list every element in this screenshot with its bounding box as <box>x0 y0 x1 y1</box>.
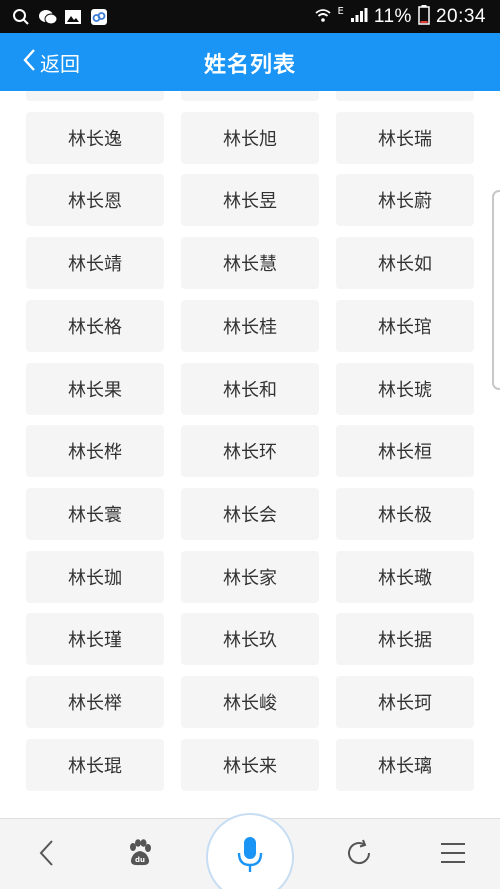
name-item[interactable]: 林长榉 <box>26 676 164 728</box>
name-item[interactable]: 林长昱 <box>181 174 319 227</box>
menu-icon <box>440 841 466 869</box>
refresh-icon <box>344 838 374 872</box>
clock: 20:34 <box>435 6 486 27</box>
name-item[interactable]: 林长旭 <box>181 111 319 164</box>
name-item[interactable] <box>336 91 474 101</box>
bottom-toolbar: du <box>0 813 500 889</box>
wifi-icon <box>314 6 332 29</box>
name-item[interactable]: 林长琯 <box>336 299 474 352</box>
name-item[interactable]: 林长和 <box>181 362 319 415</box>
status-left-icons <box>12 7 108 27</box>
search-icon <box>12 8 30 26</box>
name-item[interactable]: 林长蔚 <box>336 174 474 227</box>
baidu-button[interactable]: du <box>118 833 162 877</box>
name-item[interactable]: 林长家 <box>181 550 319 603</box>
refresh-button[interactable] <box>337 833 381 877</box>
voice-search-button[interactable] <box>206 813 294 889</box>
name-item[interactable]: 林长桂 <box>181 299 319 352</box>
name-item[interactable]: 林长桓 <box>336 425 474 478</box>
signal-icon <box>350 7 368 28</box>
app-icon <box>90 8 108 26</box>
app-header: 返回 姓名列表 <box>0 33 500 91</box>
name-item[interactable]: 林长据 <box>336 613 474 666</box>
page-title: 姓名列表 <box>203 53 296 78</box>
name-item[interactable]: 林长靖 <box>26 237 164 290</box>
microphone-icon <box>235 835 265 879</box>
name-item[interactable]: 林长逸 <box>26 111 164 164</box>
svg-text:du: du <box>135 856 145 864</box>
name-item[interactable]: 林长格 <box>26 299 164 352</box>
name-item[interactable]: 林长珈 <box>26 550 164 603</box>
name-list[interactable]: 林长逸 林长旭 林长瑞 林长恩 林长昱 林长蔚 林长靖 林长慧 林长如 林长格 林长桂 林长琯 林长果林… <box>0 91 500 818</box>
name-item[interactable]: 林长极 <box>336 487 474 540</box>
battery-percent: 11% <box>373 6 412 27</box>
name-item[interactable]: 林长玖 <box>181 613 319 666</box>
menu-button[interactable] <box>431 833 475 877</box>
name-item[interactable]: 林长琨 <box>26 738 164 791</box>
name-item[interactable]: 林长环 <box>181 425 319 478</box>
name-item[interactable]: 林长如 <box>336 237 474 290</box>
name-item[interactable]: 林长琥 <box>336 362 474 415</box>
name-item[interactable]: 林长寰 <box>26 487 164 540</box>
name-item[interactable]: 林长桦 <box>26 425 164 478</box>
back-icon <box>36 838 56 872</box>
name-item[interactable]: 林长恩 <box>26 174 164 227</box>
name-item[interactable]: 林长峻 <box>181 676 319 728</box>
baidu-paw-icon: du <box>125 838 155 872</box>
name-item[interactable]: 林长璥 <box>336 550 474 603</box>
name-item[interactable]: 林长果 <box>26 362 164 415</box>
name-item[interactable]: 林长珂 <box>336 676 474 728</box>
network-type: E <box>337 5 344 17</box>
back-nav-button[interactable] <box>24 833 68 877</box>
scroll-handle[interactable] <box>492 190 500 390</box>
status-bar: E 11% 20:34 <box>0 0 500 33</box>
status-right: E 11% 20:34 <box>314 4 487 30</box>
name-item[interactable]: 林长璃 <box>336 738 474 791</box>
name-item[interactable] <box>26 91 164 101</box>
name-item[interactable] <box>181 91 319 101</box>
name-item[interactable]: 林长瑞 <box>336 111 474 164</box>
gallery-icon <box>64 8 82 26</box>
name-item[interactable]: 林长瑾 <box>26 613 164 666</box>
wechat-icon <box>38 8 58 26</box>
battery-icon <box>418 4 430 30</box>
name-item[interactable]: 林长来 <box>181 738 319 791</box>
name-item[interactable]: 林长慧 <box>181 237 319 290</box>
name-item[interactable]: 林长会 <box>181 487 319 540</box>
